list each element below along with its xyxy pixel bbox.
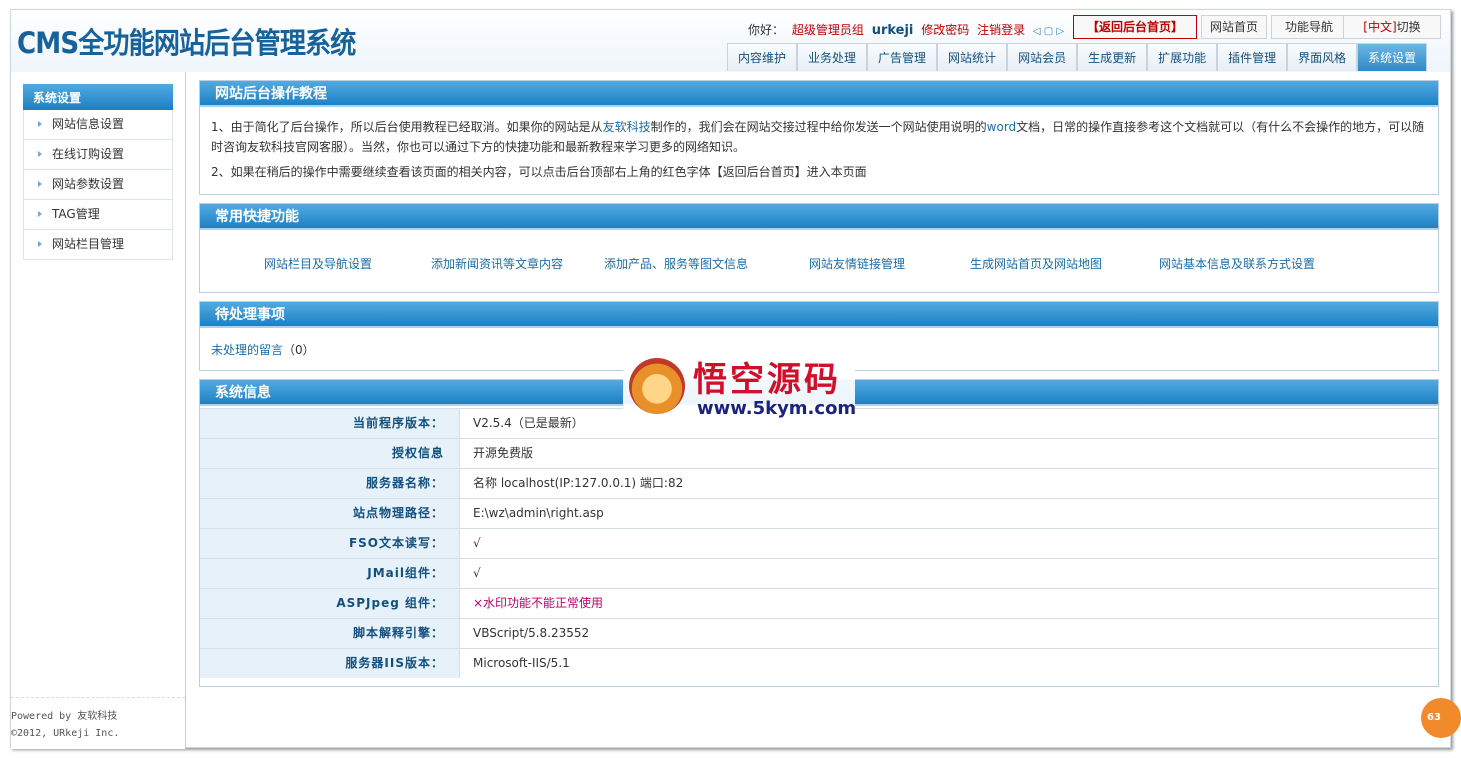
sidebar-item-columns[interactable]: 网站栏目管理 (23, 230, 173, 260)
row-value: VBScript/5.8.23552 (473, 626, 590, 640)
watermark-logo: 悟空源码 www.5kym.com (623, 350, 857, 426)
main-nav: 内容维护 业务处理 广告管理 网站统计 网站会员 生成更新 扩展功能 插件管理 … (727, 43, 1428, 71)
powered-line: Powered by 友软科技 (11, 711, 118, 722)
row-label: JMail组件： (200, 559, 460, 588)
pending-count: （0） (283, 343, 315, 357)
tab-theme[interactable]: 界面风格 (1287, 43, 1358, 71)
tutorial-text: 1、由于简化了后台操作，所以后台使用教程已经取消。如果你的网站是从友软科技制作的… (200, 107, 1438, 182)
shortcut-add-news[interactable]: 添加新闻资讯等文章内容 (431, 255, 563, 272)
logo: CMS全功能网站后台管理系统 (17, 26, 356, 60)
header: CMS全功能网站后台管理系统 你好： 超级管理员组 urkeji 修改密码 注销… (11, 10, 1450, 72)
site-home-button[interactable]: 网站首页 (1201, 15, 1267, 39)
tutorial-panel: 网站后台操作教程 1、由于简化了后台操作，所以后台使用教程已经取消。如果你的网站… (199, 80, 1439, 195)
table-row: JMail组件： √ (200, 558, 1438, 588)
logout-link[interactable]: 注销登录 (977, 23, 1025, 37)
sidebar-item-label: TAG管理 (52, 207, 100, 221)
row-label: 当前程序版本： (200, 409, 460, 438)
watermark-title: 悟空源码 (693, 360, 841, 400)
row-value: 开源免费版 (473, 446, 534, 460)
app-window: CMS全功能网站后台管理系统 你好： 超级管理员组 urkeji 修改密码 注销… (10, 9, 1451, 749)
tutorial-paragraph-2: 2、如果在稍后的操作中需要继续查看该页面的相关内容，可以点击后台顶部右上角的红色… (211, 165, 867, 179)
username: urkeji (871, 23, 914, 38)
sidebar-item-label: 在线订购设置 (52, 147, 125, 161)
word-text: word (986, 120, 1017, 134)
row-label: 脚本解释引擎： (200, 619, 460, 648)
user-role: 超级管理员组 (791, 23, 864, 37)
watermark-url: www.5kym.com (697, 398, 857, 419)
tab-business[interactable]: 业务处理 (797, 43, 868, 71)
row-label: 服务器IIS版本： (200, 649, 460, 678)
text: 制作的，我们会在网站交接过程中给你发送一个网站使用说明的 (650, 120, 987, 134)
tab-ads[interactable]: 广告管理 (867, 43, 938, 71)
row-label: 站点物理路径： (200, 499, 460, 528)
tab-extensions[interactable]: 扩展功能 (1147, 43, 1218, 71)
function-nav-button[interactable]: 功能导航 (1271, 15, 1347, 39)
shortcut-friend-links[interactable]: 网站友情链接管理 (809, 255, 905, 272)
tab-plugins[interactable]: 插件管理 (1217, 43, 1288, 71)
row-label: FSO文本读写： (200, 529, 460, 558)
shortcuts-panel: 常用快捷功能 网站栏目及导航设置 添加新闻资讯等文章内容 添加产品、服务等图文信… (199, 203, 1439, 293)
shortcut-list: 网站栏目及导航设置 添加新闻资讯等文章内容 添加产品、服务等图文信息 网站友情链… (200, 255, 1438, 275)
sidebar: 系统设置 网站信息设置 在线订购设置 网站参数设置 TAG管理 网站栏目管理 P… (11, 72, 186, 749)
sidebar-item-label: 网站栏目管理 (52, 237, 125, 251)
row-value: V2.5.4（已是最新） (473, 416, 584, 430)
table-row: ASPJpeg 组件： ×水印功能不能正常使用 (200, 588, 1438, 618)
company-link[interactable]: 友软科技 (603, 120, 651, 134)
shortcut-site-info[interactable]: 网站基本信息及联系方式设置 (1159, 255, 1315, 272)
shortcut-generate-home[interactable]: 生成网站首页及网站地图 (970, 255, 1102, 272)
tutorial-paragraph-1: 1、由于简化了后台操作，所以后台使用教程已经取消。如果你的网站是从友软科技制作的… (211, 117, 1428, 157)
row-value: √ (473, 566, 481, 580)
tab-stats[interactable]: 网站统计 (937, 43, 1008, 71)
sidebar-item-online-order[interactable]: 在线订购设置 (23, 140, 173, 170)
table-row: 站点物理路径： E:\wz\admin\right.asp (200, 498, 1438, 528)
panel-title: 网站后台操作教程 (200, 81, 1438, 107)
text: 1、由于简化了后台操作，所以后台使用教程已经取消。如果你的网站是从 (211, 120, 603, 134)
copyright-line: ©2012, URkeji Inc. (11, 728, 120, 739)
scroll-arrows-icon[interactable]: ◁ ▢ ▷ (1033, 26, 1064, 37)
pending-messages-link[interactable]: 未处理的留言 (211, 343, 283, 357)
shortcut-columns-nav[interactable]: 网站栏目及导航设置 (264, 255, 372, 272)
row-value: ×水印功能不能正常使用 (473, 596, 604, 610)
row-value: E:\wz\admin\right.asp (473, 506, 604, 520)
language-switch-label: 切换 (1396, 20, 1421, 34)
tab-content[interactable]: 内容维护 (727, 43, 798, 71)
counter-badge[interactable]: 63 (1421, 698, 1461, 738)
table-row: 脚本解释引擎： VBScript/5.8.23552 (200, 618, 1438, 648)
table-row: 服务器IIS版本： Microsoft-IIS/5.1 (200, 648, 1438, 678)
panel-title: 常用快捷功能 (200, 204, 1438, 230)
monkey-icon (629, 358, 685, 414)
sidebar-item-tag[interactable]: TAG管理 (23, 200, 173, 230)
sidebar-item-label: 网站信息设置 (52, 117, 125, 131)
tab-generate[interactable]: 生成更新 (1077, 43, 1148, 71)
language-current: [中文] (1363, 20, 1397, 34)
greeting: 你好： (748, 23, 785, 37)
row-value: √ (473, 536, 481, 550)
row-label: 授权信息 (200, 439, 460, 468)
table-row: 服务器名称： 名称 localhost(IP:127.0.0.1) 端口:82 (200, 468, 1438, 498)
tab-system-settings[interactable]: 系统设置 (1357, 43, 1428, 71)
sidebar-item-site-params[interactable]: 网站参数设置 (23, 170, 173, 200)
table-row: 授权信息 开源免费版 (200, 438, 1438, 468)
row-value: 名称 localhost(IP:127.0.0.1) 端口:82 (473, 476, 684, 490)
table-row: FSO文本读写： √ (200, 528, 1438, 558)
row-value: Microsoft-IIS/5.1 (473, 656, 570, 670)
sidebar-item-label: 网站参数设置 (52, 177, 125, 191)
change-password-link[interactable]: 修改密码 (921, 23, 969, 37)
panel-title: 待处理事项 (200, 302, 1438, 328)
language-switch-button[interactable]: [中文]切换 (1343, 15, 1441, 39)
tab-members[interactable]: 网站会员 (1007, 43, 1078, 71)
row-label: 服务器名称： (200, 469, 460, 498)
sidebar-item-site-info[interactable]: 网站信息设置 (23, 110, 173, 140)
powered-by: Powered by 友软科技 ©2012, URkeji Inc. (11, 697, 185, 742)
sidebar-title: 系统设置 (23, 84, 173, 110)
shortcut-add-products[interactable]: 添加产品、服务等图文信息 (604, 255, 748, 272)
back-home-button[interactable]: 【返回后台首页】 (1073, 15, 1197, 39)
row-label: ASPJpeg 组件： (200, 589, 460, 618)
user-bar: 你好： 超级管理员组 urkeji 修改密码 注销登录 ◁ ▢ ▷ (748, 21, 1068, 38)
